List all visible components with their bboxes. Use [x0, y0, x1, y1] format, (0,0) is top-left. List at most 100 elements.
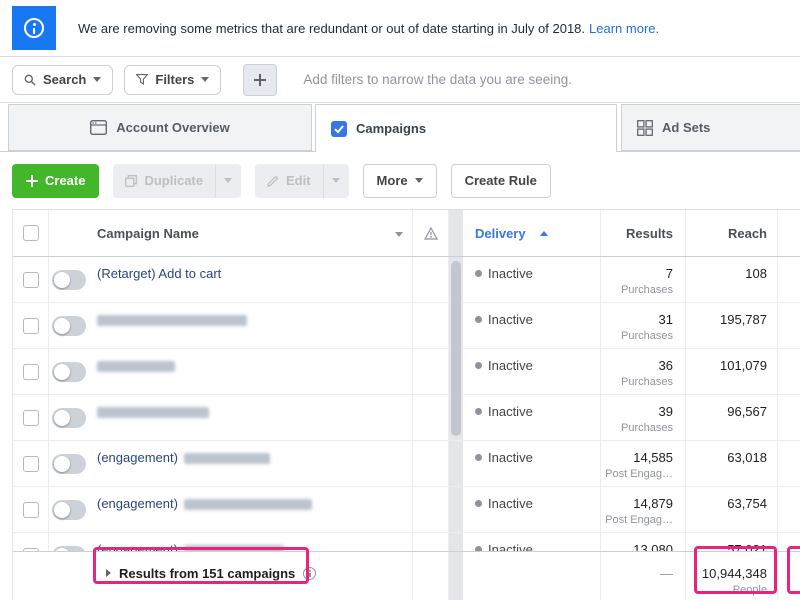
table-row: (engagement) Inactive 14,879 Post Engag……: [13, 487, 800, 533]
campaign-name-cell[interactable]: (Retarget) Add to cart: [89, 257, 413, 302]
campaign-name-link[interactable]: (Retarget) Add to cart: [97, 266, 221, 281]
toggle-knob: [54, 317, 70, 334]
disclosure-caret-icon[interactable]: [106, 569, 111, 577]
campaign-name-cell[interactable]: (engagement): [89, 441, 413, 486]
campaign-toggle[interactable]: [52, 545, 86, 551]
search-button[interactable]: Search: [12, 64, 114, 95]
campaign-name-cell[interactable]: [89, 395, 413, 440]
row-checkbox[interactable]: [22, 501, 39, 518]
status-dot-icon: [475, 270, 482, 277]
tab-ad-sets-label: Ad Sets: [662, 120, 711, 135]
filter-bar: Search Filters Add filters to narrow the…: [0, 57, 800, 103]
campaign-name-cell[interactable]: [89, 303, 413, 348]
edit-split-button: Edit: [254, 163, 349, 198]
reach-value: 101,079: [720, 358, 767, 373]
results-total: —: [660, 566, 673, 581]
campaign-name-header[interactable]: Campaign Name: [89, 210, 413, 256]
edit-button[interactable]: Edit: [254, 163, 323, 198]
results-header-label: Results: [626, 225, 673, 241]
more-label: More: [376, 173, 408, 188]
scrollbar-strip: [449, 487, 463, 532]
campaign-name-link[interactable]: (engagement): [97, 450, 178, 465]
delivery-status: Inactive: [488, 496, 533, 511]
delivery-header-label: Delivery: [475, 225, 526, 241]
results-value: 14,585: [633, 450, 673, 465]
table-footer: Results from 151 campaigns — 10,944,348 …: [13, 551, 800, 600]
row-toggle-cell: [49, 395, 89, 440]
create-rule-button[interactable]: Create Rule: [450, 163, 551, 198]
redacted-name: [183, 453, 270, 465]
create-rule-label: Create Rule: [464, 173, 537, 188]
edit-dropdown-button[interactable]: [322, 163, 349, 198]
learn-more-link[interactable]: Learn more.: [589, 21, 659, 36]
campaign-toggle[interactable]: [52, 453, 86, 474]
results-summary: Results from 151 campaigns: [119, 566, 296, 581]
row-checkbox[interactable]: [22, 409, 39, 426]
campaign-toggle[interactable]: [52, 407, 86, 428]
row-checkbox[interactable]: [22, 271, 39, 288]
results-type: Purchases: [621, 330, 673, 342]
reach-cell: 108: [686, 257, 778, 302]
pencil-icon: [267, 175, 279, 187]
info-circle-icon[interactable]: [303, 567, 317, 580]
reach-header[interactable]: Reach: [686, 210, 778, 256]
campaign-name-link[interactable]: (engagement): [97, 496, 178, 511]
row-checkbox[interactable]: [22, 363, 39, 380]
more-button[interactable]: More: [362, 163, 437, 198]
campaign-toggle[interactable]: [52, 269, 86, 290]
add-filter-button[interactable]: [243, 63, 278, 96]
extra-cell: [778, 257, 800, 302]
row-toggle-cell: [49, 487, 89, 532]
sort-caret-icon[interactable]: [395, 232, 403, 237]
extra-cell: [778, 487, 800, 532]
info-icon: [12, 6, 56, 50]
select-all-checkbox[interactable]: [22, 225, 39, 241]
tab-campaigns[interactable]: Campaigns: [315, 104, 617, 152]
campaigns-table: Campaign Name Delivery Results Reach (Re…: [12, 209, 800, 600]
results-type: Purchases: [621, 422, 673, 434]
campaign-name-cell[interactable]: [89, 349, 413, 394]
duplicate-button[interactable]: Duplicate: [113, 163, 215, 198]
campaign-name-link[interactable]: (engagement): [97, 542, 178, 551]
row-select-cell: [13, 349, 49, 394]
tab-account-overview[interactable]: Account Overview: [8, 104, 312, 151]
delivery-cell: Inactive: [463, 303, 601, 348]
reach-header-label: Reach: [727, 225, 767, 241]
sort-up-icon: [539, 230, 548, 236]
tab-ad-sets[interactable]: Ad Sets: [621, 104, 800, 151]
campaign-toggle[interactable]: [52, 499, 86, 520]
duplicate-dropdown-button[interactable]: [214, 163, 241, 198]
campaign-toggle[interactable]: [52, 315, 86, 336]
vertical-scrollbar-thumb[interactable]: [451, 261, 461, 436]
reach-value: 96,567: [727, 404, 767, 419]
row-checkbox[interactable]: [22, 547, 39, 551]
results-type: Post Engag…: [605, 468, 673, 480]
table-row: (engagement) Inactive 14,585 Post Engag……: [13, 441, 800, 487]
toggle-header-cell: [49, 210, 89, 256]
delivery-header[interactable]: Delivery: [463, 210, 601, 256]
results-cell: 13,080 Post Engag…: [601, 533, 686, 551]
copy-icon: [125, 174, 138, 187]
create-button[interactable]: Create: [12, 163, 100, 198]
scrollbar-strip: [449, 533, 463, 551]
toggle-knob: [54, 455, 70, 472]
delivery-status: Inactive: [488, 450, 533, 465]
row-checkbox[interactable]: [22, 317, 39, 334]
plus-icon: [244, 65, 276, 95]
results-header[interactable]: Results: [601, 210, 686, 256]
row-toggle-cell: [49, 533, 89, 551]
row-checkbox[interactable]: [22, 455, 39, 472]
row-toggle-cell: [49, 441, 89, 486]
select-all-cell: [13, 210, 49, 256]
filters-button[interactable]: Filters: [124, 64, 222, 95]
footer-summary-cell[interactable]: Results from 151 campaigns: [89, 552, 413, 600]
row-toggle-cell: [49, 257, 89, 302]
campaign-name-cell[interactable]: (engagement): [89, 487, 413, 532]
campaign-name-cell[interactable]: (engagement): [89, 533, 413, 551]
campaign-toggle[interactable]: [52, 361, 86, 382]
delivery-cell: Inactive: [463, 257, 601, 302]
scrollbar-strip[interactable]: [449, 210, 463, 256]
status-dot-icon: [475, 500, 482, 507]
results-cell: 7 Purchases: [601, 257, 686, 302]
notice-message: We are removing some metrics that are re…: [78, 20, 586, 36]
